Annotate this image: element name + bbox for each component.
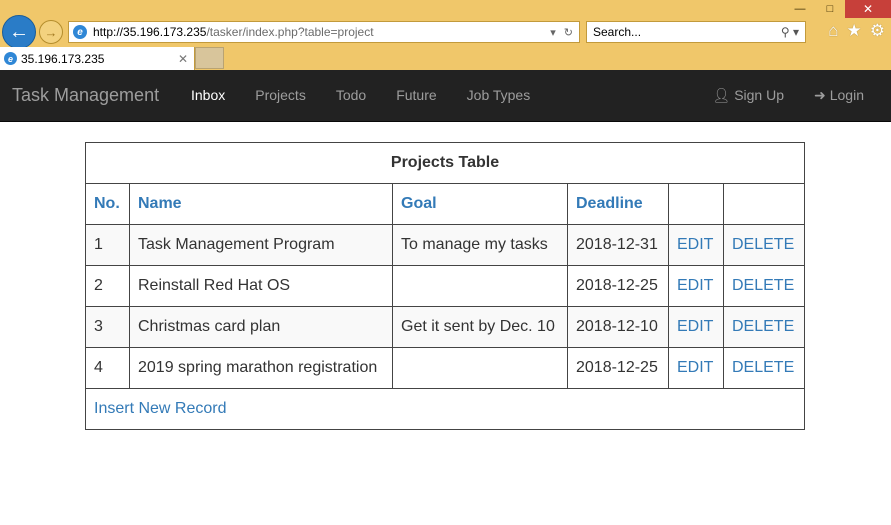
nav-item-projects[interactable]: Projects (240, 70, 321, 121)
cell-delete: DELETE (723, 306, 805, 348)
cell-deadline: 2018-12-10 (567, 306, 669, 348)
signup-link[interactable]: 👤︎ Sign Up (697, 70, 799, 121)
delete-link[interactable]: DELETE (732, 236, 794, 253)
home-icon[interactable]: ⌂ (828, 21, 838, 41)
header-deadline[interactable]: Deadline (567, 183, 669, 225)
navbar: Task Management Inbox Projects Todo Futu… (0, 70, 891, 122)
refresh-icon[interactable]: ↻ (564, 26, 573, 39)
search-placeholder: Search... (593, 25, 642, 39)
tab-favicon-icon: e (4, 52, 17, 65)
maximize-icon[interactable]: □ (815, 0, 845, 18)
dropdown-arrow-icon[interactable]: ▾ (550, 26, 556, 39)
cell-goal (392, 265, 568, 307)
nav-item-job-types[interactable]: Job Types (452, 70, 546, 121)
cell-delete: DELETE (723, 347, 805, 389)
insert-cell: Insert New Record (85, 388, 805, 430)
cell-deadline: 2018-12-25 (567, 265, 669, 307)
settings-gear-icon[interactable]: ⚙ (870, 21, 885, 41)
delete-link[interactable]: DELETE (732, 359, 794, 376)
edit-link[interactable]: EDIT (677, 236, 713, 253)
delete-link[interactable]: DELETE (732, 277, 794, 294)
tab-title: 35.196.173.235 (21, 51, 105, 66)
cell-name: 2019 spring marathon registration (129, 347, 393, 389)
user-icon: 👤︎ (712, 87, 731, 103)
window-controls: — □ ✕ (785, 0, 891, 18)
search-box[interactable]: Search... ⚲ ▾ (586, 21, 806, 43)
insert-new-record-link[interactable]: Insert New Record (94, 400, 227, 417)
close-window-icon[interactable]: ✕ (845, 0, 891, 18)
insert-row: Insert New Record (85, 388, 805, 430)
address-bar[interactable]: e http://35.196.173.235/tasker/index.php… (68, 21, 580, 43)
header-edit (668, 183, 724, 225)
table-row: 1 Task Management Program To manage my t… (85, 224, 805, 266)
back-arrow-icon[interactable]: ← (2, 15, 36, 49)
cell-deadline: 2018-12-25 (567, 347, 669, 389)
tab-close-icon[interactable]: ✕ (178, 52, 188, 66)
minimize-icon[interactable]: — (785, 0, 815, 18)
cell-name: Task Management Program (129, 224, 393, 266)
header-delete (723, 183, 805, 225)
header-name[interactable]: Name (129, 183, 393, 225)
cell-goal: To manage my tasks (392, 224, 568, 266)
edit-link[interactable]: EDIT (677, 318, 713, 335)
cell-goal: Get it sent by Dec. 10 (392, 306, 568, 348)
nav-item-inbox[interactable]: Inbox (176, 70, 240, 121)
navbar-brand[interactable]: Task Management (12, 70, 159, 121)
nav-menu: Inbox Projects Todo Future Job Types (176, 70, 545, 121)
toolbar-icons: ⌂ ★ ⚙ (828, 21, 885, 41)
browser-tab[interactable]: e 35.196.173.235 ✕ (0, 47, 195, 70)
url-host: http://35.196.173.235 (93, 25, 207, 39)
projects-table-container: Projects Table No. Name Goal Deadline 1 … (85, 142, 805, 430)
cell-edit: EDIT (668, 265, 724, 307)
delete-link[interactable]: DELETE (732, 318, 794, 335)
table-row: 4 2019 spring marathon registration 2018… (85, 347, 805, 389)
cell-edit: EDIT (668, 306, 724, 348)
signup-label: Sign Up (734, 87, 784, 103)
cell-no: 2 (85, 265, 130, 307)
login-label: Login (829, 87, 864, 103)
nav-item-future[interactable]: Future (381, 70, 451, 121)
new-tab-button[interactable] (195, 47, 224, 69)
cell-delete: DELETE (723, 224, 805, 266)
edit-link[interactable]: EDIT (677, 359, 713, 376)
login-link[interactable]: ➜ Login (799, 70, 879, 121)
cell-deadline: 2018-12-31 (567, 224, 669, 266)
projects-table: Projects Table No. Name Goal Deadline 1 … (85, 142, 805, 430)
nav-right: 👤︎ Sign Up ➜ Login (697, 70, 879, 121)
table-row: 3 Christmas card plan Get it sent by Dec… (85, 306, 805, 348)
cell-name: Christmas card plan (129, 306, 393, 348)
cell-delete: DELETE (723, 265, 805, 307)
favorites-star-icon[interactable]: ★ (847, 21, 862, 41)
cell-name: Reinstall Red Hat OS (129, 265, 393, 307)
cell-edit: EDIT (668, 347, 724, 389)
login-icon: ➜ (814, 87, 826, 103)
cell-no: 4 (85, 347, 130, 389)
cell-goal (392, 347, 568, 389)
header-goal[interactable]: Goal (392, 183, 568, 225)
browser-chrome: — □ ✕ ← → e http://35.196.173.235/tasker… (0, 0, 891, 70)
cell-no: 1 (85, 224, 130, 266)
url-path: /tasker/index.php?table=project (206, 25, 374, 39)
ie-favicon-icon: e (73, 25, 87, 39)
forward-arrow-icon[interactable]: → (39, 20, 63, 44)
cell-no: 3 (85, 306, 130, 348)
table-caption: Projects Table (85, 142, 805, 184)
edit-link[interactable]: EDIT (677, 277, 713, 294)
header-no[interactable]: No. (85, 183, 130, 225)
nav-item-todo[interactable]: Todo (321, 70, 381, 121)
search-icon[interactable]: ⚲ ▾ (781, 25, 805, 39)
cell-edit: EDIT (668, 224, 724, 266)
table-row: 2 Reinstall Red Hat OS 2018-12-25 EDIT D… (85, 265, 805, 307)
table-header-row: No. Name Goal Deadline (85, 183, 805, 225)
